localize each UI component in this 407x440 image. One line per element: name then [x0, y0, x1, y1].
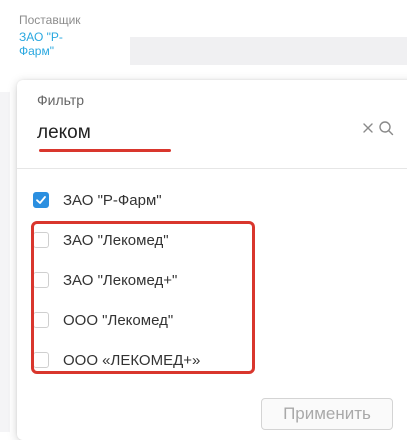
option-item[interactable]: ЗАО "Р-Фарм" — [33, 187, 293, 213]
check-icon — [36, 196, 46, 204]
annotation-highlight-box — [31, 221, 255, 374]
filter-label: Фильтр — [37, 92, 85, 108]
header-bar — [130, 37, 407, 65]
background-strip — [0, 92, 10, 432]
apply-button[interactable]: Применить — [261, 398, 393, 430]
column-header: Поставщик ЗАО "Р-Фарм" — [0, 0, 407, 92]
divider — [17, 168, 407, 169]
filter-dropdown: Фильтр ЗАО "Р-Фарм" ЗАО "Лекомед" ЗАО "Л… — [17, 80, 407, 440]
search-icon[interactable] — [378, 120, 394, 136]
annotation-underline — [39, 149, 171, 152]
option-label: ЗАО "Р-Фарм" — [63, 191, 162, 209]
filter-input[interactable] — [37, 116, 407, 150]
column-filter-value[interactable]: ЗАО "Р-Фарм" — [19, 30, 89, 58]
column-title: Поставщик — [19, 13, 81, 27]
checkbox-checked[interactable] — [33, 192, 49, 208]
close-icon[interactable] — [360, 120, 376, 136]
